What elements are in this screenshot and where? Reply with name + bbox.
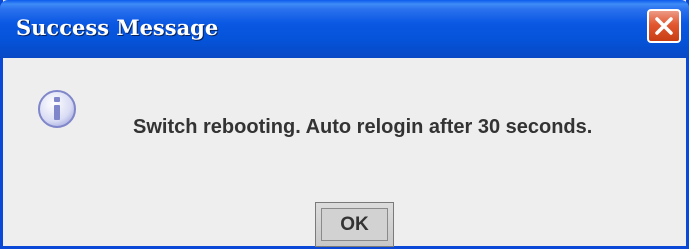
success-message-dialog: Success Message Switch rebooting. Auto r… xyxy=(0,0,689,249)
info-icon xyxy=(37,89,77,129)
title-bar[interactable]: Success Message xyxy=(0,0,689,58)
ok-button-label: OK xyxy=(321,208,388,241)
close-button[interactable] xyxy=(647,9,681,43)
ok-button[interactable]: OK xyxy=(315,202,394,247)
close-icon xyxy=(655,17,673,35)
dialog-title: Success Message xyxy=(16,15,219,40)
message-text: Switch rebooting. Auto relogin after 30 … xyxy=(133,116,593,138)
